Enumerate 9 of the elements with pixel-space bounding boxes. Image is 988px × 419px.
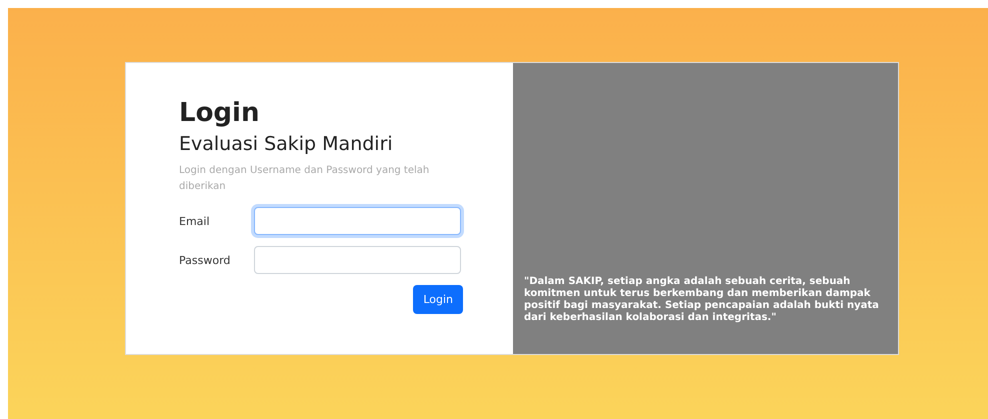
login-button[interactable]: Login xyxy=(413,285,463,314)
field-label: Password xyxy=(179,254,232,266)
quote-text: "Dalam SAKIP, setiap angka adalah sebuah cerita, sebuah komitmen untuk terus berkembang dan memberikan dampak positif bagi masyarakat. Setiap pencapaian adalah bukti nyata dari keberhasilan kolaborasi dan integritas." xyxy=(524,276,880,324)
app-subtitle: Evaluasi Sakip Mandiri xyxy=(179,132,394,157)
login-hint: Login dengan Username dan Password yang telah diberikan xyxy=(179,164,430,194)
login-title: Login xyxy=(179,97,260,129)
field-label: Email xyxy=(179,214,211,228)
input-field[interactable] xyxy=(254,207,461,235)
input-field[interactable] xyxy=(254,246,461,274)
